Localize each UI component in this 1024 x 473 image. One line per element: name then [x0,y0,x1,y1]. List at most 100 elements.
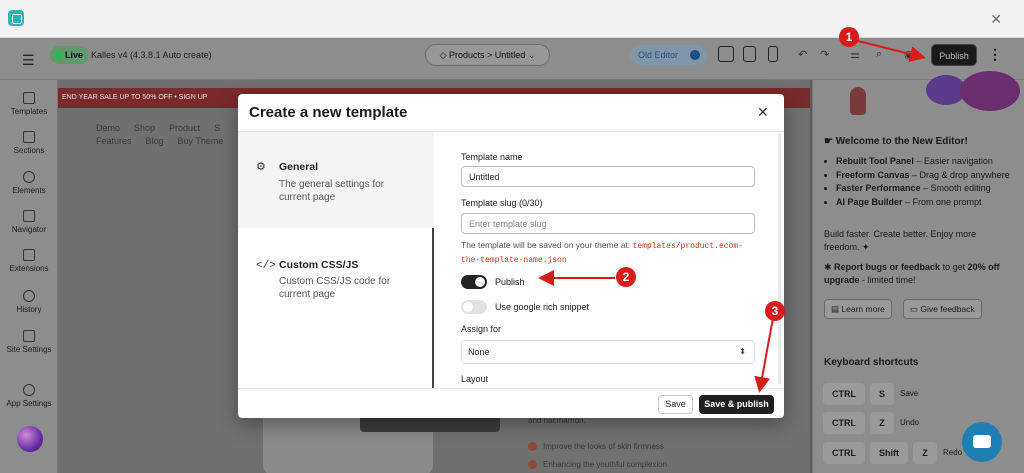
key-z: Z [913,442,937,464]
book-icon: ▤ [831,304,842,314]
key-ctrl: CTRL [823,383,865,405]
modal-tab-general[interactable]: ⚙ General The general settings for curre… [238,132,434,228]
product-bullet: Improve the looks of skin firmness [528,442,664,452]
learn-more-label: Learn more [841,304,885,314]
old-editor-toggle[interactable]: Old Editor [630,45,706,65]
app-settings-icon [23,384,35,396]
toggle-knob-icon [690,50,700,60]
bug-note-bold: Report bugs or feedback [834,262,941,272]
nav-link: Features [96,136,132,146]
assign-for-select[interactable]: None ⬍ [461,340,755,364]
modal-tab-custom-css-js[interactable]: </> Custom CSS/JS Custom CSS/JS code for… [238,228,434,324]
user-avatar[interactable] [17,426,43,452]
sidebar-item-label: App Settings [6,399,52,408]
list-item: Freeform Canvas – Drag & drop anywhere [836,169,1016,182]
gear-icon: ⚙ [256,161,266,173]
inspect-icon[interactable]: ⌕ [876,48,882,61]
publish-toggle-label: Publish [495,277,525,287]
shortcut-label: Save [900,389,919,398]
party-icon: ✦ [862,241,870,252]
sidebar-item-label: Navigator [11,225,47,234]
key-z: Z [870,412,894,434]
tablet-view-icon[interactable] [743,46,756,62]
sidebar-item-extensions[interactable]: Extensions [0,249,58,273]
sidebar-item-history[interactable]: History [0,290,58,314]
publish-button[interactable]: Publish [931,44,977,66]
window-close-icon[interactable]: ✕ [990,11,1002,28]
modal-title: Create a new template [249,104,408,121]
bullet-icon [528,460,537,470]
history-icon [23,290,35,302]
decor-blob [960,71,1020,111]
template-name-input[interactable] [461,166,755,187]
chat-support-icon[interactable] [962,422,1002,462]
welcome-title-text: Welcome to the New Editor! [835,136,968,147]
modal-side-nav: ⚙ General The general settings for curre… [238,132,434,388]
mobile-view-icon[interactable] [768,46,778,62]
sidebar-item-templates[interactable]: Templates [0,92,58,116]
rich-snippet-toggle[interactable] [461,300,487,314]
save-path-hint: The template will be saved on your theme… [461,239,761,267]
shortcut-label: Redo [943,448,963,457]
preview-eye-icon[interactable]: ◉ [904,48,914,61]
modal-footer: Save Save & publish [238,388,784,418]
rocket-icon [850,87,866,115]
create-template-modal: Create a new template ✕ ⚙ General The ge… [238,94,784,418]
save-and-publish-button[interactable]: Save & publish [699,395,774,414]
feature-name: Freeform Canvas [836,169,910,180]
nav-link: Shop [134,123,156,133]
old-editor-label: Old Editor [638,50,679,60]
site-navigation: Demo Shop Product S Features Blog Buy Theme [96,122,237,148]
app-logo-icon [8,10,24,26]
sidebar-item-navigator[interactable]: Navigator [0,210,58,234]
live-label: Live [65,50,84,60]
learn-more-button[interactable]: ▤ Learn more [824,299,892,319]
modal-close-icon[interactable]: ✕ [757,104,769,121]
nav-link: Buy Theme [177,136,224,146]
tag-icon: ◇ [439,50,450,60]
nav-link: Blog [145,136,164,146]
give-feedback-button[interactable]: ▭ Give feedback [903,299,982,319]
feedback-icon: ▭ [910,304,921,314]
shortcut-label: Undo [900,418,920,427]
site-settings-icon [23,330,35,342]
tab-desc: Custom CSS/JS code for current page [279,276,391,300]
step-badge-2: 2 [616,267,636,287]
list-item: Faster Performance – Smooth editing [836,182,1016,195]
save-button[interactable]: Save [658,395,693,414]
more-options-icon[interactable]: ⋮ [988,46,1002,63]
sidebar-item-label: Elements [12,186,46,195]
list-item: AI Page Builder – From one prompt [836,196,1016,209]
sections-icon [23,131,35,143]
sidebar-item-sections[interactable]: Sections [0,131,58,155]
sidebar-item-elements[interactable]: Elements [0,171,58,195]
bullet-text: Improve the looks of skin firmness [543,442,664,451]
hamburger-menu-icon[interactable]: ☰ [22,52,35,69]
settings-sliders-icon[interactable]: ⚌ [850,48,860,61]
welcome-title: ☛ Welcome to the New Editor! [824,136,968,147]
feature-desc: – Drag & drop anywhere [909,169,1010,180]
page-breadcrumb-selector[interactable]: ◇ Products > Untitled ⌄ [425,44,550,66]
sidebar-item-site-settings[interactable]: Site Settings [0,330,58,354]
publish-toggle[interactable] [461,275,487,289]
extensions-icon [23,249,35,261]
app-title-bar: ✕ [0,0,1024,38]
desktop-view-icon[interactable] [718,46,734,62]
template-slug-input[interactable] [461,213,755,234]
chevron-down-icon: ⌄ [525,50,536,60]
nav-link: Demo [96,123,121,133]
sidebar-item-app-settings[interactable]: App Settings [0,384,58,408]
key-s: S [870,383,894,405]
redo-icon[interactable]: ↷ [820,48,829,61]
key-ctrl: CTRL [823,442,865,464]
modal-scrollbar[interactable] [778,134,781,384]
product-bullet: Enhancing the youthful complexion [528,460,667,470]
sidebar-item-label: History [16,305,42,314]
breadcrumb-text: Products > Untitled [449,50,526,60]
tab-desc: The general settings for current page [279,179,385,203]
elements-icon [23,171,35,183]
undo-icon[interactable]: ↶ [798,48,807,61]
bug-note-text: to get [940,262,968,272]
modal-form: Template name Template slug (0/30) The t… [436,132,784,388]
welcome-illustration [830,71,1024,121]
